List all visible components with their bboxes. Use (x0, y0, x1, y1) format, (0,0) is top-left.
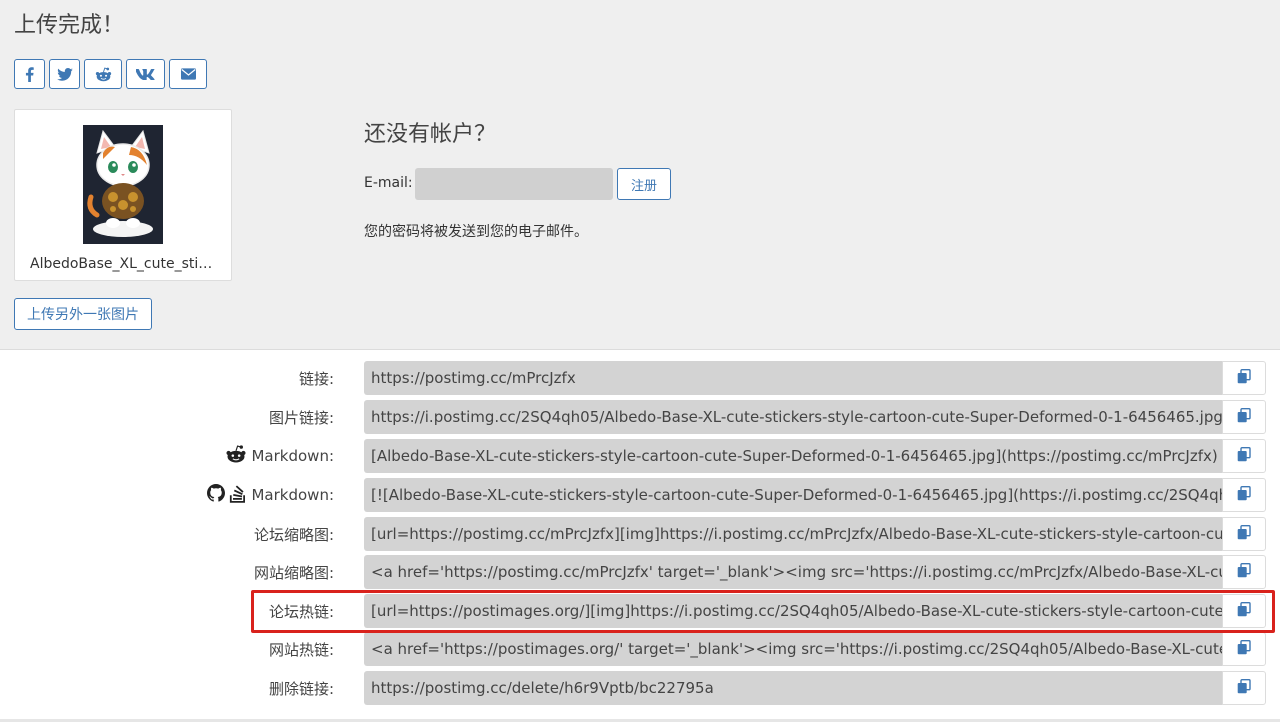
copy-icon (1237, 524, 1251, 544)
email-label: E-mail: (364, 175, 413, 191)
link-field[interactable]: [url=https://postimages.org/][img]https:… (364, 594, 1222, 628)
twitter-share-button[interactable] (49, 59, 80, 89)
twitter-icon (56, 67, 73, 81)
link-row-forum-thumbnail: 论坛缩略图: [url=https://postimg.cc/mPrcJzfx]… (0, 517, 1280, 551)
link-row-website-thumbnail: 网站缩略图: <a href='https://postimg.cc/mPrcJ… (0, 555, 1280, 589)
link-row-forum-hotlink: 论坛热链: [url=https://postimages.org/][img]… (0, 594, 1280, 628)
copy-icon (1237, 485, 1251, 505)
facebook-icon (25, 66, 34, 82)
page-title: 上传完成！ (14, 13, 125, 38)
github-icon (207, 484, 226, 506)
email-icon (180, 68, 196, 80)
copy-icon (1237, 446, 1251, 466)
account-prompt-title: 还没有帐户？ (364, 122, 497, 147)
link-field[interactable]: <a href='https://postimg.cc/mPrcJzfx' ta… (364, 555, 1222, 589)
reddit-icon (95, 67, 112, 82)
copy-button[interactable] (1222, 361, 1266, 395)
link-label: Markdown: (225, 439, 334, 473)
copy-button[interactable] (1222, 594, 1266, 628)
thumbnail-filename: AlbedoBase_XL_cute_stic... (30, 256, 218, 272)
link-field[interactable]: https://i.postimg.cc/2SQ4qh05/Albedo-Bas… (364, 400, 1222, 434)
link-row-direct: 链接: https://postimg.cc/mPrcJzfx (0, 361, 1280, 395)
copy-icon (1237, 639, 1251, 659)
link-label: 链接: (298, 369, 334, 388)
facebook-share-button[interactable] (14, 59, 45, 89)
upload-another-button[interactable]: 上传另外一张图片 (14, 298, 152, 330)
link-field[interactable]: https://postimg.cc/delete/h6r9Vptb/bc227… (364, 671, 1222, 705)
stackoverflow-icon (229, 483, 247, 507)
link-row-delete: 删除链接: https://postimg.cc/delete/h6r9Vptb… (0, 671, 1280, 705)
copy-button[interactable] (1222, 671, 1266, 705)
link-field[interactable]: [url=https://postimg.cc/mPrcJzfx][img]ht… (364, 517, 1222, 551)
uploaded-image-thumbnail[interactable] (83, 125, 163, 244)
link-label: Markdown: (207, 478, 334, 512)
link-label: 图片链接: (268, 408, 334, 427)
link-label: 论坛热链: (268, 602, 334, 621)
link-field[interactable]: <a href='https://postimages.org/' target… (364, 632, 1222, 666)
register-button[interactable]: 注册 (617, 168, 671, 200)
copy-icon (1237, 407, 1251, 427)
vk-icon (136, 68, 155, 80)
link-label: 删除链接: (268, 679, 334, 698)
copy-icon (1237, 562, 1251, 582)
link-label: 论坛缩略图: (253, 525, 334, 544)
copy-button[interactable] (1222, 439, 1266, 473)
link-field[interactable]: [Albedo-Base-XL-cute-stickers-style-cart… (364, 439, 1222, 473)
link-row-markdown-reddit: Markdown: [Albedo-Base-XL-cute-stickers-… (0, 439, 1280, 473)
link-label: 网站缩略图: (253, 563, 334, 582)
copy-button[interactable] (1222, 555, 1266, 589)
link-row-website-hotlink: 网站热链: <a href='https://postimages.org/' … (0, 632, 1280, 666)
link-field[interactable]: [![Albedo-Base-XL-cute-stickers-style-ca… (364, 478, 1222, 512)
thumbnail-card[interactable]: AlbedoBase_XL_cute_stic... (14, 109, 232, 281)
copy-button[interactable] (1222, 632, 1266, 666)
email-share-button[interactable] (169, 59, 207, 89)
upload-summary-panel: 上传完成！ AlbedoBase_XL_cute_stic... 上传另外一张图… (0, 0, 1280, 350)
copy-button[interactable] (1222, 478, 1266, 512)
copy-button[interactable] (1222, 517, 1266, 551)
copy-icon (1237, 601, 1251, 621)
copy-button[interactable] (1222, 400, 1266, 434)
copy-icon (1237, 368, 1251, 388)
link-label: 网站热链: (268, 640, 334, 659)
vk-share-button[interactable] (126, 59, 165, 89)
reddit-share-button[interactable] (84, 59, 122, 89)
email-input[interactable] (415, 168, 613, 200)
link-field[interactable]: https://postimg.cc/mPrcJzfx (364, 361, 1222, 395)
copy-icon (1237, 678, 1251, 698)
password-note: 您的密码将被发送到您的电子邮件。 (364, 224, 588, 240)
share-buttons (14, 59, 207, 89)
link-row-image: 图片链接: https://i.postimg.cc/2SQ4qh05/Albe… (0, 400, 1280, 434)
reddit-icon (225, 445, 247, 467)
link-row-markdown-github: Markdown: [![Albedo-Base-XL-cute-sticker… (0, 478, 1280, 512)
